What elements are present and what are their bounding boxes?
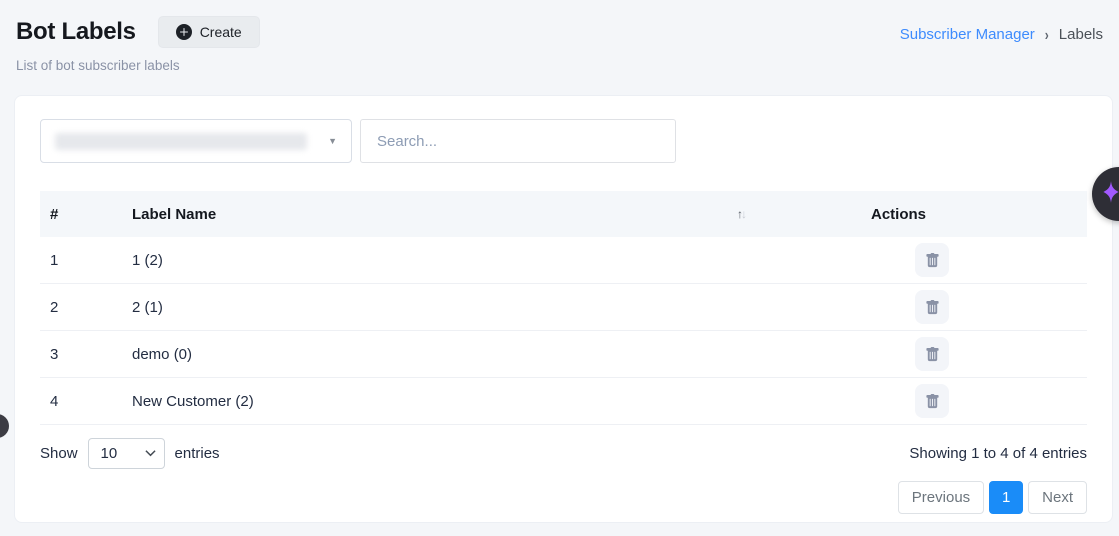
next-page-button[interactable]: Next <box>1028 481 1087 514</box>
sort-icon[interactable]: ↑↓ <box>737 207 767 221</box>
bot-select-redacted-value <box>55 133 307 150</box>
entries-label: entries <box>175 445 220 462</box>
page-title: Bot Labels <box>16 18 136 46</box>
sparkle-icon <box>1098 179 1119 210</box>
left-edge-button[interactable] <box>0 414 9 438</box>
page-subtitle: List of bot subscriber labels <box>16 58 1103 73</box>
row-label: 2 (1) <box>132 299 767 316</box>
labels-card: ▼ # Label Name ↑↓ Actions 1 1 (2) <box>14 95 1113 523</box>
table-header-row: # Label Name ↑↓ Actions <box>40 191 1087 237</box>
breadcrumb-current: Labels <box>1059 26 1103 43</box>
show-label: Show <box>40 445 78 462</box>
column-header-label[interactable]: Label Name ↑↓ <box>132 206 767 223</box>
caret-down-icon: ▼ <box>328 136 337 146</box>
sort-desc-icon: ↓ <box>741 207 745 221</box>
search-input[interactable] <box>360 119 676 163</box>
bot-labels-page: Bot Labels Create List of bot subscriber… <box>0 0 1119 536</box>
row-label: 1 (2) <box>132 252 767 269</box>
table-row: 1 1 (2) <box>40 237 1087 284</box>
trash-icon <box>925 394 940 409</box>
page-header: Bot Labels Create List of bot subscriber… <box>0 0 1119 73</box>
delete-button[interactable] <box>915 290 949 324</box>
delete-button[interactable] <box>915 384 949 418</box>
page-size-select[interactable]: 10 <box>88 438 165 469</box>
entries-summary: Showing 1 to 4 of 4 entries <box>909 445 1087 462</box>
breadcrumb: Subscriber Manager › Labels <box>900 26 1103 43</box>
table-row: 3 demo (0) <box>40 331 1087 378</box>
column-header-index: # <box>40 206 132 223</box>
column-header-actions: Actions <box>767 206 1087 223</box>
row-index: 1 <box>40 252 132 269</box>
create-button-label: Create <box>200 24 242 40</box>
table-footer: Show 10 entries Showing 1 to 4 of 4 entr… <box>40 438 1087 469</box>
breadcrumb-separator-icon: › <box>1045 25 1049 43</box>
row-index: 4 <box>40 393 132 410</box>
row-index: 2 <box>40 299 132 316</box>
trash-icon <box>925 300 940 315</box>
plus-circle-icon <box>176 24 192 40</box>
table-row: 2 2 (1) <box>40 284 1087 331</box>
trash-icon <box>925 253 940 268</box>
create-button[interactable]: Create <box>158 16 260 48</box>
row-index: 3 <box>40 346 132 363</box>
page-1-button[interactable]: 1 <box>989 481 1023 514</box>
table-row: 4 New Customer (2) <box>40 378 1087 425</box>
row-label: demo (0) <box>132 346 767 363</box>
labels-table: # Label Name ↑↓ Actions 1 1 (2) 2 2 ( <box>40 191 1087 425</box>
previous-page-button[interactable]: Previous <box>898 481 984 514</box>
filters-bar: ▼ <box>40 119 1087 163</box>
trash-icon <box>925 347 940 362</box>
delete-button[interactable] <box>915 243 949 277</box>
delete-button[interactable] <box>915 337 949 371</box>
table-body: 1 1 (2) 2 2 (1) <box>40 237 1087 425</box>
bot-select[interactable]: ▼ <box>40 119 352 163</box>
pagination: Previous 1 Next <box>40 481 1087 514</box>
breadcrumb-link-subscriber-manager[interactable]: Subscriber Manager <box>900 26 1035 43</box>
row-label: New Customer (2) <box>132 393 767 410</box>
